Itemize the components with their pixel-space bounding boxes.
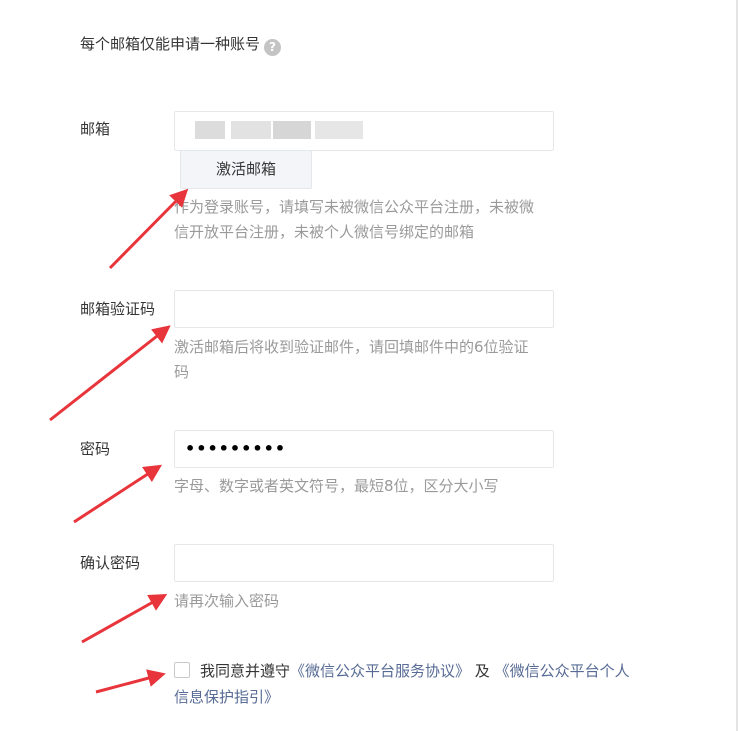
email-code-label: 邮箱验证码: [80, 300, 156, 318]
email-label: 邮箱: [80, 120, 111, 138]
privacy-guide-link-part2[interactable]: 信息保护指引》: [174, 684, 279, 710]
redacted-email-segment: [273, 121, 311, 139]
arrow-to-agree-checkbox: [95, 669, 166, 694]
agree-checkbox[interactable]: [174, 662, 190, 678]
arrow-to-confirm-password: [81, 594, 168, 644]
arrow-to-email-code: [49, 325, 171, 422]
email-hint: 作为登录账号，请填写未被微信公众平台注册，未被微信开放平台注册，未被个人微信号绑…: [174, 198, 535, 241]
arrow-to-activate-button: [108, 188, 189, 270]
redacted-email-segment: [315, 121, 363, 139]
agreement-middle: 及: [470, 662, 495, 680]
password-masked-value: •••••••••: [185, 439, 287, 458]
privacy-guide-link-part1[interactable]: 《微信公众平台个人: [495, 662, 630, 680]
activate-email-button[interactable]: 激活邮箱: [180, 150, 312, 189]
agreement-prefix: 我同意并遵守: [200, 662, 291, 680]
help-icon[interactable]: ?: [264, 39, 282, 56]
password-input[interactable]: •••••••••: [174, 430, 554, 468]
redacted-email-segment: [231, 121, 271, 139]
confirm-password-hint: 请再次输入密码: [174, 592, 280, 610]
confirm-password-input[interactable]: [174, 544, 554, 582]
email-code-hint: 激活邮箱后将收到验证邮件，请回填邮件中的6位验证码: [174, 338, 529, 381]
account-notice-text: 每个邮箱仅能申请一种账号: [80, 35, 261, 53]
email-input[interactable]: [174, 111, 554, 151]
confirm-password-label: 确认密码: [80, 554, 141, 572]
password-label: 密码: [80, 440, 111, 458]
service-agreement-link[interactable]: 《微信公众平台服务协议》: [290, 662, 470, 680]
email-code-input[interactable]: [174, 290, 554, 328]
account-notice: 每个邮箱仅能申请一种账号?: [80, 33, 282, 56]
agreement-text: 我同意并遵守《微信公众平台服务协议》 及 《微信公众平台个人 信息保护指引》: [174, 658, 670, 706]
arrow-to-password: [73, 464, 163, 524]
password-hint: 字母、数字或者英文符号，最短8位，区分大小写: [174, 477, 499, 495]
redacted-email-segment: [195, 121, 225, 139]
